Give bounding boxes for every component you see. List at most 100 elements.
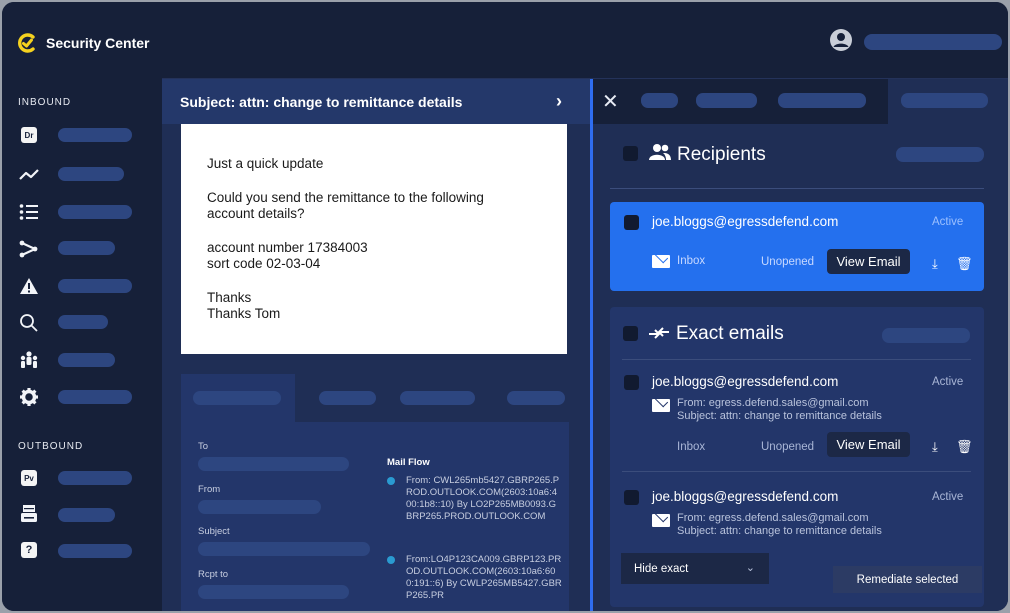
user-name-placeholder[interactable]: [864, 34, 1002, 50]
to-label: To: [198, 441, 209, 452]
from-label: From: [198, 484, 221, 495]
app-logo[interactable]: Security Center: [16, 32, 149, 54]
flow-dot-icon: [387, 477, 395, 485]
email-preview-panel: Subject: attn: change to remittance deta…: [162, 79, 590, 611]
divider: [610, 188, 984, 189]
view-email-button[interactable]: View Email: [827, 432, 910, 457]
chevron-right-icon[interactable]: ›: [556, 91, 562, 112]
email-subject-bar[interactable]: Subject: attn: change to remittance deta…: [162, 79, 590, 124]
subject-label: Subject: [198, 526, 230, 537]
merge-arrows-icon: [649, 327, 669, 339]
warning-icon[interactable]: [19, 276, 39, 296]
sidebar-outbound-item-1-label[interactable]: [58, 471, 132, 485]
hide-exact-dropdown[interactable]: Hide exact ⌄: [621, 553, 769, 584]
view-email-button[interactable]: View Email: [827, 249, 910, 274]
exact-email-from: From: egress.defend.sales@gmail.com: [677, 512, 869, 524]
search-icon[interactable]: [19, 313, 39, 333]
from-value-placeholder: [198, 500, 321, 514]
dr-badge-icon[interactable]: Dr: [19, 125, 39, 145]
recipient-read-state: Unopened: [761, 256, 815, 268]
help-icon[interactable]: ?: [19, 540, 39, 560]
recipients-count-placeholder: [896, 147, 984, 162]
sidebar-item-3-label[interactable]: [58, 205, 132, 219]
trash-icon[interactable]: 🗑: [956, 439, 973, 455]
gear-icon[interactable]: [19, 387, 39, 407]
exact-email-from: From: egress.defend.sales@gmail.com: [677, 397, 869, 409]
recipients-panel: ✕ Recipients joe.bloggs@egressdefend.com…: [590, 79, 1008, 611]
select-all-recipients-checkbox[interactable]: [623, 146, 638, 161]
exact-email-checkbox[interactable]: [624, 375, 639, 390]
mail-flow-hop: From: CWL265mb5427.GBRP265.PROD.OUTLOOK.…: [387, 475, 562, 523]
close-icon[interactable]: ✕: [602, 89, 619, 114]
flow-dot-icon: [387, 556, 395, 564]
sidebar-item-8-label[interactable]: [58, 390, 132, 404]
email-details: To From Subject Rcpt to Mail Flow From: …: [181, 422, 569, 611]
exact-email-checkbox[interactable]: [624, 490, 639, 505]
exact-email-subject: Subject: attn: change to remittance deta…: [677, 410, 882, 422]
people-icon[interactable]: [19, 350, 39, 370]
envelope-icon: [652, 255, 670, 268]
recipient-card[interactable]: joe.bloggs@egressdefend.com Active Inbox…: [610, 202, 984, 291]
sidebar-item-1-label[interactable]: [58, 128, 132, 142]
panel-header: ✕: [593, 79, 1008, 124]
sidebar-item-7-label[interactable]: [58, 353, 115, 367]
panel-tab-2[interactable]: [696, 93, 757, 108]
tab-label-placeholder: [193, 391, 281, 405]
email-body-line: account number 17384003 sort code 02-03-…: [207, 239, 368, 272]
sidebar-outbound-item-2-label[interactable]: [58, 508, 115, 522]
recipients-title: Recipients: [677, 144, 766, 165]
recipient-status: Active: [932, 216, 964, 228]
share-nodes-icon[interactable]: [19, 239, 39, 259]
panel-tab-1[interactable]: [641, 93, 678, 108]
download-icon[interactable]: ⤓: [932, 256, 938, 272]
envelope-icon: [652, 399, 670, 412]
top-bar: [162, 2, 1008, 79]
envelope-icon: [652, 514, 670, 527]
panel-tab-active[interactable]: [888, 79, 1008, 124]
sidebar-item-2-label[interactable]: [58, 167, 124, 181]
sidebar-item-6-label[interactable]: [58, 315, 108, 329]
people-icon: [649, 144, 671, 160]
app-title: Security Center: [46, 35, 150, 51]
recipient-email: joe.bloggs@egressdefend.com: [652, 214, 839, 229]
pv-badge-icon[interactable]: Pv: [19, 468, 39, 488]
exact-email-folder: Inbox: [677, 441, 706, 453]
hide-exact-label: Hide exact: [634, 562, 689, 575]
remediate-selected-button[interactable]: Remediate selected: [833, 566, 982, 593]
select-all-exact-checkbox[interactable]: [623, 326, 638, 341]
exact-email-status: Active: [932, 376, 964, 388]
mail-flow-hop: From:LO4P123CA009.GBRP123.PROD.OUTLOOK.C…: [387, 554, 562, 602]
trash-icon[interactable]: 🗑: [956, 256, 973, 272]
exact-email-address: joe.bloggs@egressdefend.com: [652, 489, 839, 504]
panel-tab-3[interactable]: [778, 93, 866, 108]
exact-emails-title: Exact emails: [676, 323, 784, 344]
sidebar: Security Center INBOUND Dr OUTBOUND Pv ?: [2, 2, 162, 611]
tab-3[interactable]: [400, 391, 475, 405]
tab-4[interactable]: [507, 391, 565, 405]
download-icon[interactable]: ⤓: [932, 439, 938, 455]
user-avatar-icon[interactable]: [829, 28, 853, 52]
tab-details[interactable]: [181, 374, 295, 422]
email-body-line: Could you send the remittance to the fol…: [207, 189, 484, 222]
tab-2[interactable]: [319, 391, 376, 405]
email-subject: Subject: attn: change to remittance deta…: [180, 93, 463, 110]
recipient-folder: Inbox: [677, 255, 706, 267]
printer-icon[interactable]: [19, 504, 39, 524]
panel-tab-active-label: [901, 93, 988, 108]
sidebar-item-4-label[interactable]: [58, 241, 115, 255]
mail-flow-title: Mail Flow: [387, 457, 430, 468]
to-value-placeholder: [198, 457, 349, 471]
sidebar-outbound-item-3-label[interactable]: [58, 544, 132, 558]
sidebar-item-5-label[interactable]: [58, 279, 132, 293]
email-body-line: Just a quick update: [207, 156, 324, 171]
exact-email-subject: Subject: attn: change to remittance deta…: [677, 525, 882, 537]
inbound-label: INBOUND: [18, 97, 72, 108]
exact-email-read-state: Unopened: [761, 441, 815, 453]
recipient-checkbox[interactable]: [624, 215, 639, 230]
app-window: Security Center INBOUND Dr OUTBOUND Pv ?…: [2, 2, 1008, 611]
detail-tabs: [181, 374, 569, 422]
trend-line-icon[interactable]: [19, 165, 39, 185]
chevron-down-icon: ⌄: [745, 562, 755, 574]
list-icon[interactable]: [19, 202, 39, 222]
subject-value-placeholder: [198, 542, 370, 556]
